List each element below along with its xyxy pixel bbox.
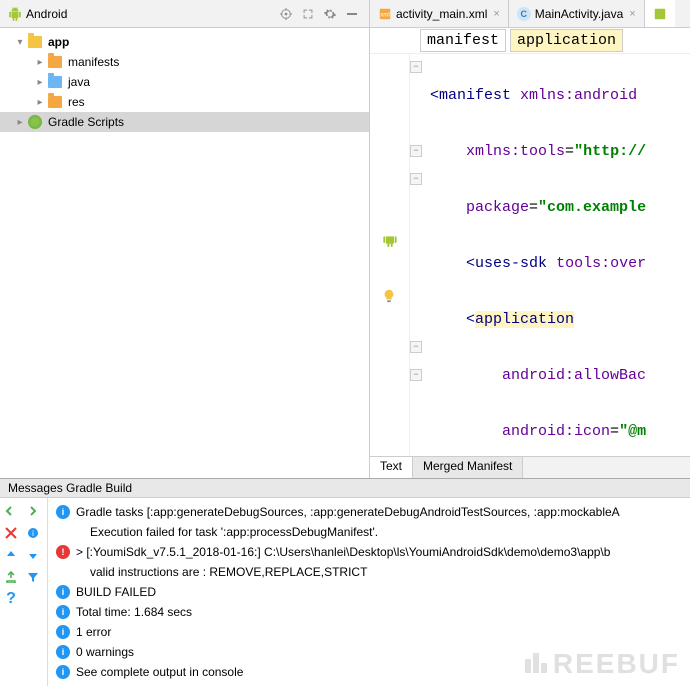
tree-label: Gradle Scripts — [48, 115, 124, 129]
up-icon[interactable] — [2, 546, 20, 564]
messages-panel: Messages Gradle Build i ? iGradle tasks … — [0, 478, 690, 678]
info-icon: i — [56, 645, 70, 659]
tab-manifest[interactable] — [645, 0, 675, 27]
messages-list[interactable]: iGradle tasks [:app:generateDebugSources… — [48, 498, 690, 686]
tree-gradle-scripts[interactable]: ▸ Gradle Scripts — [0, 112, 369, 132]
tab-label: MainActivity.java — [535, 7, 623, 21]
bulb-icon[interactable] — [382, 286, 398, 302]
tree-app[interactable]: ▾ app — [0, 32, 369, 52]
code-editor[interactable]: − − − − − <manifest xmlns:android xmlns:… — [370, 54, 690, 456]
collapse-icon[interactable] — [299, 5, 317, 23]
info-filter-icon[interactable]: i — [24, 524, 42, 542]
folder-icon — [28, 36, 42, 48]
folder-icon — [48, 76, 62, 88]
svg-text:xml: xml — [380, 11, 390, 18]
export-icon[interactable] — [2, 568, 20, 586]
error-icon: ! — [56, 545, 70, 559]
tree-label: java — [68, 75, 90, 89]
fold-gutter: − − − − − — [410, 54, 424, 456]
xml-file-icon — [653, 7, 667, 21]
info-icon: i — [56, 625, 70, 639]
fold-icon[interactable]: − — [410, 341, 422, 353]
gradle-icon — [28, 115, 42, 129]
message-row[interactable]: iGradle tasks [:app:generateDebugSources… — [56, 502, 682, 522]
tree-label: app — [48, 35, 69, 49]
fold-icon[interactable]: − — [410, 61, 422, 73]
tab-text[interactable]: Text — [370, 457, 413, 478]
hide-icon[interactable] — [343, 5, 361, 23]
message-row[interactable]: valid instructions are : REMOVE,REPLACE,… — [56, 562, 682, 582]
project-panel-header: Android — [0, 0, 369, 28]
tab-main-activity[interactable]: C MainActivity.java × — [509, 0, 645, 27]
tree-label: res — [68, 95, 85, 109]
expand-icon[interactable]: ▸ — [34, 57, 46, 68]
gear-icon[interactable] — [321, 5, 339, 23]
spacer-icon — [56, 525, 70, 539]
breadcrumb-item[interactable]: application — [510, 29, 623, 52]
message-row[interactable]: iTotal time: 1.684 secs — [56, 602, 682, 622]
target-icon[interactable] — [277, 5, 295, 23]
editor-bottom-tabs: Text Merged Manifest — [370, 456, 690, 478]
svg-text:i: i — [32, 529, 34, 538]
breadcrumb: manifest application — [370, 28, 690, 54]
message-row[interactable]: !> [:YoumiSdk_v7.5.1_2018-01-16:] C:\Use… — [56, 542, 682, 562]
next-icon[interactable] — [24, 502, 42, 520]
prev-icon[interactable] — [2, 502, 20, 520]
help-icon[interactable]: ? — [2, 590, 20, 608]
info-icon: i — [56, 605, 70, 619]
android-gutter-icon[interactable] — [382, 230, 398, 246]
messages-toolbar: i ? — [0, 498, 48, 686]
tree-label: manifests — [68, 55, 119, 69]
fold-icon[interactable]: − — [410, 145, 422, 157]
info-icon: i — [56, 665, 70, 679]
project-view-label[interactable]: Android — [26, 7, 67, 21]
android-icon — [8, 7, 22, 21]
fold-icon[interactable]: − — [410, 173, 422, 185]
tab-label: activity_main.xml — [396, 7, 487, 21]
tab-activity-main[interactable]: xml activity_main.xml × — [370, 0, 509, 27]
tree-java[interactable]: ▸ java — [0, 72, 369, 92]
project-panel: Android ▾ app ▸ manifests ▸ — [0, 0, 370, 478]
message-row[interactable]: i0 warnings — [56, 642, 682, 662]
folder-icon — [48, 96, 62, 108]
message-row[interactable]: iBUILD FAILED — [56, 582, 682, 602]
tree-manifests[interactable]: ▸ manifests — [0, 52, 369, 72]
editor-panel: xml activity_main.xml × C MainActivity.j… — [370, 0, 690, 478]
gutter — [370, 54, 410, 456]
project-tree: ▾ app ▸ manifests ▸ java ▸ res — [0, 28, 369, 136]
tree-res[interactable]: ▸ res — [0, 92, 369, 112]
tab-merged-manifest[interactable]: Merged Manifest — [413, 457, 523, 478]
editor-tabs: xml activity_main.xml × C MainActivity.j… — [370, 0, 690, 28]
expand-icon[interactable]: ▸ — [34, 77, 46, 88]
message-row[interactable]: i1 error — [56, 622, 682, 642]
stop-icon[interactable] — [2, 524, 20, 542]
expand-icon[interactable]: ▸ — [14, 117, 26, 128]
info-icon: i — [56, 505, 70, 519]
xml-file-icon: xml — [378, 7, 392, 21]
messages-title: Messages Gradle Build — [0, 479, 690, 498]
close-icon[interactable]: × — [629, 8, 635, 20]
expand-icon[interactable]: ▾ — [14, 37, 26, 48]
expand-icon[interactable]: ▸ — [34, 97, 46, 108]
close-icon[interactable]: × — [493, 8, 499, 20]
java-file-icon: C — [517, 7, 531, 21]
breadcrumb-item[interactable]: manifest — [420, 29, 506, 52]
folder-icon — [48, 56, 62, 68]
fold-icon[interactable]: − — [410, 369, 422, 381]
message-row[interactable]: iSee complete output in console — [56, 662, 682, 682]
message-row[interactable]: Execution failed for task ':app:processD… — [56, 522, 682, 542]
down-icon[interactable] — [24, 546, 42, 564]
filter-icon[interactable] — [24, 568, 42, 586]
info-icon: i — [56, 585, 70, 599]
spacer-icon — [56, 565, 70, 579]
